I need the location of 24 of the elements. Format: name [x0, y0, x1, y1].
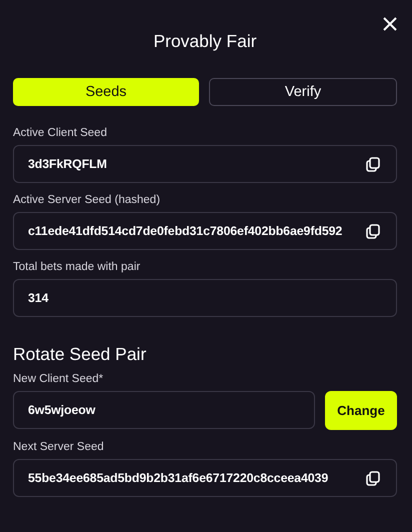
field-value: c11ede41dfd514cd7de0febd31c7806ef402bb6ae9fd592: [28, 224, 344, 238]
dialog-title: Provably Fair: [152, 31, 258, 51]
change-button[interactable]: Change: [325, 391, 397, 430]
field-label: Total bets made with pair: [13, 261, 142, 273]
section-heading: Rotate Seed Pair: [13, 344, 148, 364]
field-value: 3d3FkRQFLM: [28, 157, 108, 171]
copy-icon[interactable]: [366, 156, 380, 172]
tab[interactable]: Seeds: [13, 78, 199, 106]
field-value: 55be34ee685ad5bd9b2b31af6e6717220c8cceea4039: [28, 471, 330, 485]
field-value: 6w5wjoeow: [28, 403, 96, 417]
tab[interactable]: Verify: [209, 78, 397, 106]
field-label: Active Client Seed: [13, 127, 108, 139]
field-label: Active Server Seed (hashed): [13, 194, 162, 206]
seed-field[interactable]: 55be34ee685ad5bd9b2b31af6e6717220c8cceea4039: [13, 459, 397, 497]
seed-field[interactable]: 3d3FkRQFLM: [13, 145, 397, 183]
copy-icon[interactable]: [366, 224, 380, 238]
seed-field[interactable]: 314: [13, 279, 397, 317]
copy-icon[interactable]: [366, 470, 380, 486]
field-label: Next Server Seed: [13, 441, 105, 453]
field-label: New Client Seed*: [13, 373, 104, 385]
seed-field[interactable]: 6w5wjoeow: [13, 391, 315, 429]
field-value: 314: [28, 291, 50, 305]
close-icon[interactable]: [383, 17, 397, 31]
seed-field[interactable]: c11ede41dfd514cd7de0febd31c7806ef402bb6ae9fd592: [13, 212, 397, 250]
